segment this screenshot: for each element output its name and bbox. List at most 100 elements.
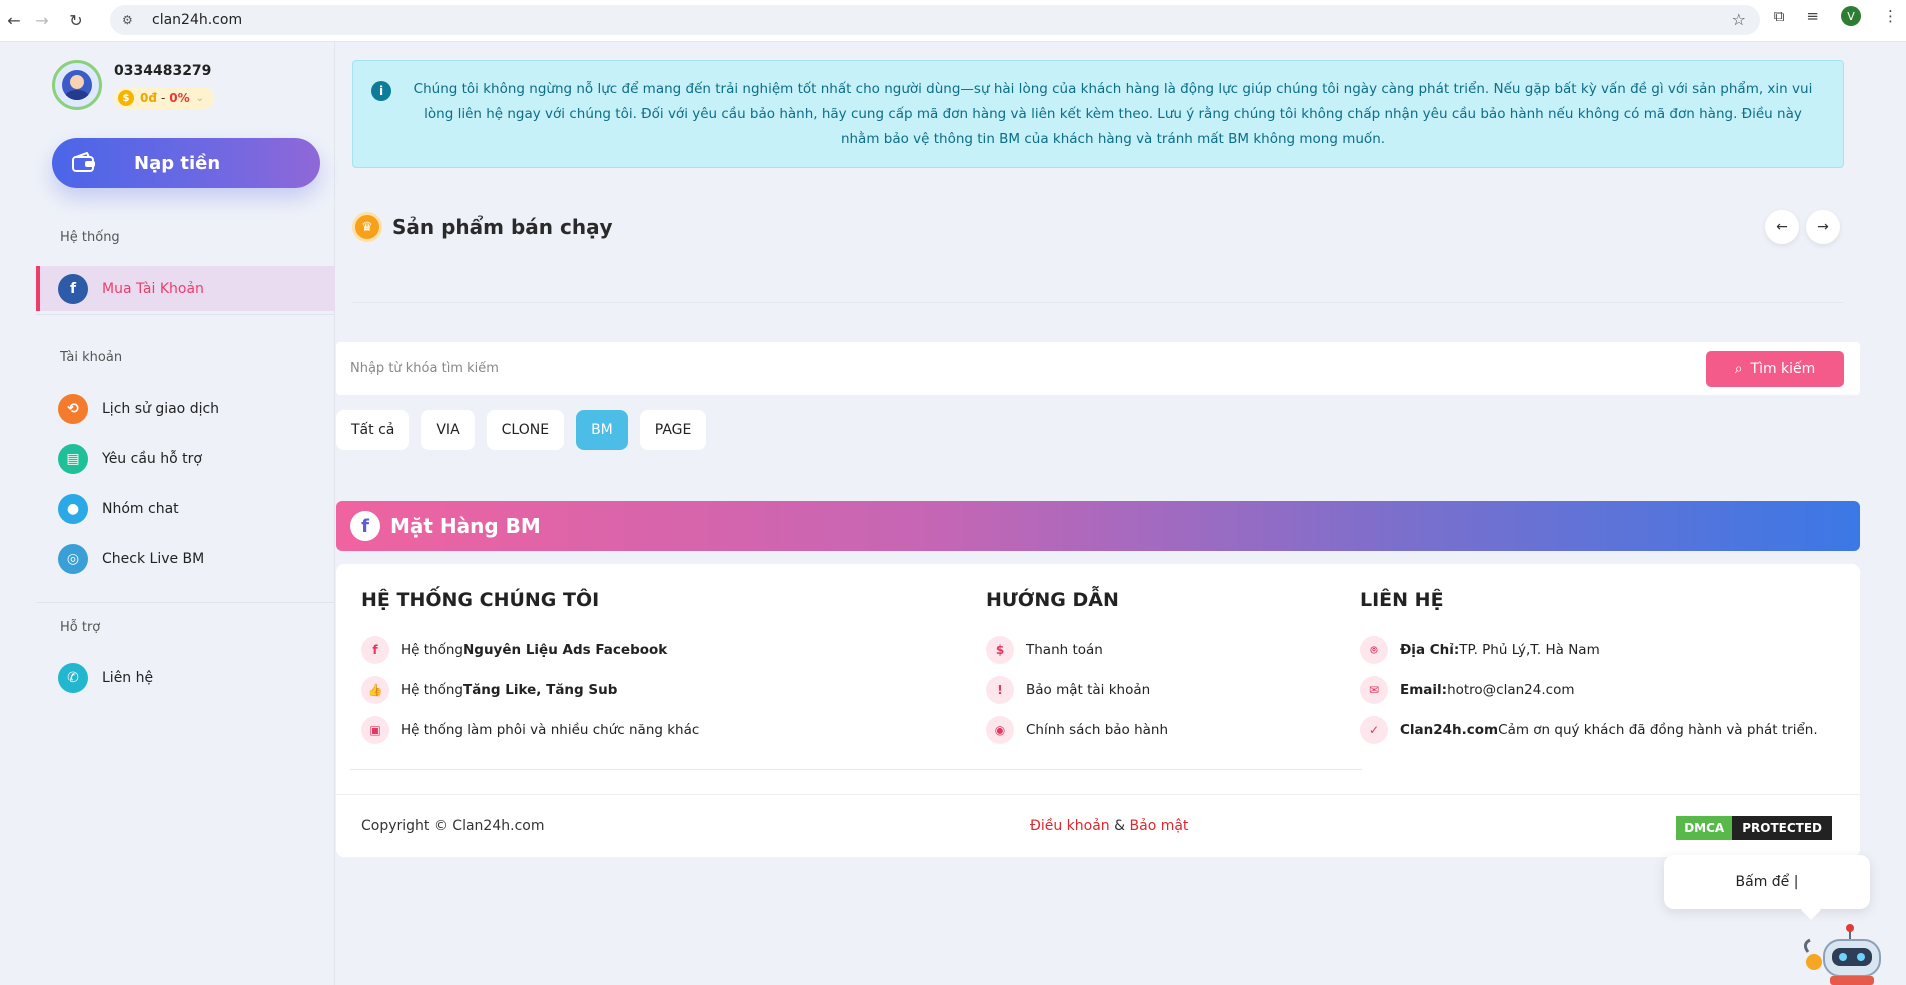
facebook-icon: f: [58, 273, 88, 304]
carousel-prev-button[interactable]: ←: [1765, 210, 1799, 244]
brand-name: Clan24h.com: [1400, 722, 1499, 738]
sidebar-item-label: Yêu cầu hỗ trợ: [102, 450, 202, 467]
sidebar-item-label: Lịch sử giao dịch: [102, 400, 220, 417]
email-label: Email:: [1400, 682, 1448, 698]
back-icon[interactable]: ←: [0, 7, 28, 35]
crown-icon: ♛: [352, 212, 382, 242]
avatar[interactable]: [52, 60, 102, 110]
reload-icon[interactable]: ↻: [62, 7, 90, 35]
footer-contact-address: ⌾ Địa Chỉ: TP. Phủ Lý,T. Hà Nam: [1360, 636, 1600, 664]
address-bar[interactable]: ⚙ clan24h.com ☆: [110, 5, 1760, 35]
balance-separator: -: [160, 91, 166, 105]
footer-link-prefix: Hệ thống: [401, 682, 463, 698]
discount-percent: 0%: [169, 91, 190, 105]
history-icon: ⟲: [58, 393, 88, 424]
sidebar-item-contact[interactable]: ✆ Liên hệ: [36, 655, 335, 700]
sidebar-item-label: Nhóm chat: [102, 500, 179, 517]
footer-link-prefix: Hệ thống: [401, 642, 463, 658]
footer-link[interactable]: ! Bảo mật tài khoản: [986, 676, 1150, 704]
legal-links: Điều khoản & Bảo mật: [1030, 818, 1188, 834]
category-filters: Tất cả VIA CLONE BM PAGE: [336, 410, 707, 450]
site-info-icon[interactable]: ⚙: [122, 13, 140, 27]
sidebar-item-chat-group[interactable]: ● Nhóm chat: [36, 486, 335, 531]
footer-thanks: ✓ Clan24h.com Cảm ơn quý khách đã đồng h…: [1360, 716, 1818, 744]
bestsellers-title: Sản phẩm bán chạy: [392, 215, 613, 239]
filter-page[interactable]: PAGE: [639, 410, 707, 450]
footer-link-label: Thanh toán: [1026, 642, 1103, 658]
footer-link-label: Bảo mật tài khoản: [1026, 682, 1151, 698]
address-value: TP. Phủ Lý,T. Hà Nam: [1459, 642, 1600, 658]
divider: [36, 314, 335, 315]
filter-clone[interactable]: CLONE: [486, 410, 565, 450]
footer: HỆ THỐNG CHÚNG TÔI f Hệ thống Nguyên Liệ…: [336, 564, 1860, 857]
dollar-icon: $: [986, 636, 1014, 664]
url-text[interactable]: clan24h.com: [152, 12, 242, 28]
carousel-next-button[interactable]: →: [1806, 210, 1840, 244]
topup-button[interactable]: Nạp tiền: [52, 138, 320, 188]
thumbs-up-icon: 👍: [361, 676, 389, 704]
sidebar-item-support-request[interactable]: ▤ Yêu cầu hỗ trợ: [36, 436, 335, 481]
sidebar-item-transaction-history[interactable]: ⟲ Lịch sử giao dịch: [36, 386, 335, 431]
footer-link-bold: Tăng Like, Tăng Sub: [462, 682, 618, 698]
section-title-account: Tài khoản: [60, 350, 123, 365]
info-icon: i: [371, 81, 391, 101]
search-input[interactable]: [350, 352, 1700, 385]
footer-link-label: Hệ thống làm phôi và nhiều chức năng khá…: [401, 722, 700, 738]
forward-icon[interactable]: →: [28, 7, 56, 35]
footer-col-title: LIÊN HỆ: [1360, 589, 1444, 611]
section-title-support: Hỗ trợ: [60, 620, 101, 635]
bestsellers-header: ♛ Sản phẩm bán chạy: [352, 212, 613, 242]
media-icon[interactable]: ≡: [1806, 7, 1819, 25]
footer-link[interactable]: ◉ Chính sách bảo hành: [986, 716, 1168, 744]
footer-col-title: HỆ THỐNG CHÚNG TÔI: [361, 589, 600, 611]
amp: &: [1109, 818, 1130, 834]
search-button[interactable]: ⌕ Tìm kiếm: [1706, 351, 1844, 387]
footer-link[interactable]: 👍 Hệ thống Tăng Like, Tăng Sub: [361, 676, 617, 704]
sidebar: 0334483279 $ 0đ - 0% ⌄ Nạp tiền Hệ thống…: [36, 42, 335, 985]
balance-amount: 0đ: [140, 91, 157, 105]
footer-link[interactable]: f Hệ thống Nguyên Liệu Ads Facebook: [361, 636, 667, 664]
category-banner: f Mặt Hàng BM: [336, 501, 1860, 551]
ticket-icon: ▤: [58, 443, 88, 474]
filter-all[interactable]: Tất cả: [336, 410, 410, 450]
footer-link-bold: Nguyên Liệu Ads Facebook: [462, 642, 668, 658]
phone-icon: ✆: [58, 662, 88, 693]
filter-via[interactable]: VIA: [421, 410, 475, 450]
dmca-status: PROTECTED: [1732, 816, 1832, 840]
profile-avatar[interactable]: V: [1841, 6, 1861, 26]
chat-bubble[interactable]: Bấm để |: [1664, 855, 1870, 909]
menu-icon[interactable]: ⋮: [1883, 7, 1898, 25]
facebook-icon: f: [350, 511, 380, 541]
mail-icon: ✉: [1360, 676, 1388, 704]
sidebar-item-buy-account[interactable]: f Mua Tài Khoản: [36, 266, 335, 311]
wallet-icon: [70, 151, 98, 175]
privacy-link[interactable]: Bảo mật: [1130, 818, 1189, 834]
address-label: Địa Chỉ:: [1400, 642, 1460, 658]
info-notice: i Chúng tôi không ngừng nỗ lực để mang đ…: [352, 60, 1844, 168]
terms-link[interactable]: Điều khoản: [1030, 818, 1110, 834]
chat-icon: ●: [58, 493, 88, 524]
email-value[interactable]: hotro@clan24.com: [1447, 682, 1574, 698]
search-icon: ⌕: [1734, 361, 1743, 377]
extensions-icon[interactable]: ⧉: [1774, 7, 1785, 25]
filter-bm[interactable]: BM: [576, 410, 628, 450]
chevron-down-icon: ⌄: [195, 92, 205, 104]
sidebar-item-label: Check Live BM: [102, 550, 205, 567]
robot-mascot-icon[interactable]: [1800, 922, 1890, 985]
coin-icon: $: [118, 90, 134, 106]
balance-badge: $ 0đ - 0% ⌄: [114, 87, 215, 109]
footer-link[interactable]: $ Thanh toán: [986, 636, 1103, 664]
id-card-icon: ▣: [361, 716, 389, 744]
search-bar: ⌕ Tìm kiếm: [336, 342, 1860, 395]
footer-link[interactable]: ▣ Hệ thống làm phôi và nhiều chức năng k…: [361, 716, 699, 744]
dmca-badge[interactable]: DMCA PROTECTED: [1676, 816, 1832, 840]
bookmark-star-icon[interactable]: ☆: [1732, 10, 1746, 29]
divider: [350, 769, 1362, 770]
browser-toolbar: ← → ↻ ⚙ clan24h.com ☆ ⧉ ≡ V ⋮: [0, 0, 1906, 42]
sidebar-item-check-live-bm[interactable]: ◎ Check Live BM: [36, 536, 335, 581]
divider: [352, 302, 1844, 303]
chat-bubble-text: Bấm để |: [1735, 874, 1799, 890]
fingerprint-icon: ◎: [58, 543, 88, 574]
section-title-system: Hệ thống: [60, 230, 120, 245]
notice-text: Chúng tôi không ngừng nỗ lực để mang đến…: [413, 81, 1813, 147]
